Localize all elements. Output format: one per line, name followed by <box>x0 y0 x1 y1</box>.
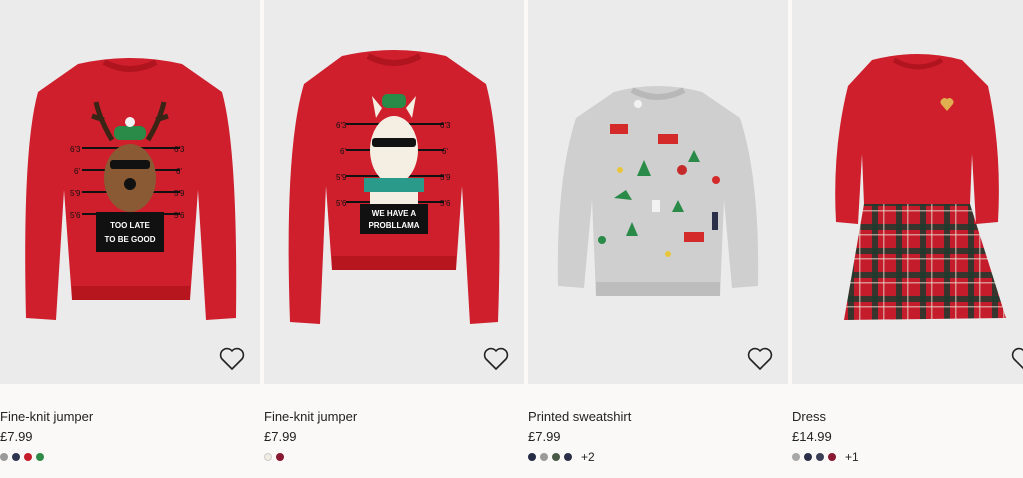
colour-swatch[interactable] <box>540 453 548 461</box>
svg-text:6': 6' <box>340 147 346 156</box>
product-grid: 6'3 6' 5'9 5'6 6'3 6' 5'9 5'6 TOO LATE T… <box>0 0 1023 478</box>
product-image[interactable] <box>792 0 1023 384</box>
product-name[interactable]: Dress <box>792 409 826 424</box>
svg-text:5'6: 5'6 <box>440 199 451 208</box>
favourite-heart-icon[interactable] <box>1011 347 1023 371</box>
colour-swatches: +2 <box>528 450 595 464</box>
colour-swatch[interactable] <box>804 453 812 461</box>
colour-swatch[interactable] <box>36 453 44 461</box>
product-name[interactable]: Fine-knit jumper <box>264 409 357 424</box>
colour-swatch[interactable] <box>12 453 20 461</box>
product-card[interactable]: 6'3 6' 5'9 5'6 6'3 6' 5'9 5'6 TOO LATE T… <box>0 0 260 478</box>
colour-swatch[interactable] <box>792 453 800 461</box>
svg-text:5'9: 5'9 <box>174 189 185 198</box>
colour-swatch[interactable] <box>816 453 824 461</box>
colour-swatches: +1 <box>792 450 859 464</box>
svg-text:5'6: 5'6 <box>70 211 81 220</box>
product-image[interactable] <box>528 0 788 384</box>
svg-text:5'9: 5'9 <box>70 189 81 198</box>
more-colours-count[interactable]: +1 <box>845 450 859 464</box>
product-price: £7.99 <box>0 429 33 444</box>
printed-sweatshirt-illustration <box>557 86 759 296</box>
svg-text:TO BE GOOD: TO BE GOOD <box>105 235 156 244</box>
svg-text:TOO LATE: TOO LATE <box>110 221 150 230</box>
colour-swatch[interactable] <box>828 453 836 461</box>
svg-text:5'6: 5'6 <box>174 211 185 220</box>
colour-swatches <box>0 451 44 463</box>
product-card[interactable]: Dress £14.99 +1 <box>792 0 1023 478</box>
favourite-heart-icon[interactable] <box>219 347 245 371</box>
product-card[interactable]: 6'3 6' 5'9 5'6 6'3 6' 5'9 5'6 WE HAVE A … <box>264 0 524 478</box>
product-name[interactable]: Fine-knit jumper <box>0 409 93 424</box>
svg-text:6': 6' <box>176 167 182 176</box>
svg-text:6': 6' <box>442 147 448 156</box>
tartan-dress-illustration <box>835 54 1006 320</box>
product-image[interactable]: 6'3 6' 5'9 5'6 6'3 6' 5'9 5'6 TOO LATE T… <box>0 0 260 384</box>
svg-text:6': 6' <box>74 167 80 176</box>
svg-text:6'3: 6'3 <box>440 121 451 130</box>
colour-swatch[interactable] <box>276 453 284 461</box>
llama-jumper-illustration: 6'3 6' 5'9 5'6 6'3 6' 5'9 5'6 WE HAVE A … <box>288 50 500 324</box>
product-price: £7.99 <box>264 429 297 444</box>
svg-text:6'3: 6'3 <box>174 145 185 154</box>
product-image[interactable]: 6'3 6' 5'9 5'6 6'3 6' 5'9 5'6 WE HAVE A … <box>264 0 524 384</box>
colour-swatch[interactable] <box>552 453 560 461</box>
svg-text:6'3: 6'3 <box>70 145 81 154</box>
colour-swatches <box>264 451 284 463</box>
svg-text:PROBLLAMA: PROBLLAMA <box>368 221 419 230</box>
favourite-heart-icon[interactable] <box>747 347 773 371</box>
svg-text:6'3: 6'3 <box>336 121 347 130</box>
svg-text:5'9: 5'9 <box>336 173 347 182</box>
reindeer-jumper-illustration: 6'3 6' 5'9 5'6 6'3 6' 5'9 5'6 TOO LATE T… <box>25 58 237 320</box>
svg-text:WE HAVE A: WE HAVE A <box>372 209 417 218</box>
product-card[interactable]: Printed sweatshirt £7.99 +2 <box>528 0 788 478</box>
svg-text:5'9: 5'9 <box>440 173 451 182</box>
colour-swatch[interactable] <box>528 453 536 461</box>
svg-text:5'6: 5'6 <box>336 199 347 208</box>
colour-swatch[interactable] <box>564 453 572 461</box>
favourite-heart-icon[interactable] <box>483 347 509 371</box>
colour-swatch[interactable] <box>0 453 8 461</box>
product-name[interactable]: Printed sweatshirt <box>528 409 631 424</box>
product-price: £7.99 <box>528 429 561 444</box>
colour-swatch[interactable] <box>264 453 272 461</box>
product-price: £14.99 <box>792 429 832 444</box>
colour-swatch[interactable] <box>24 453 32 461</box>
more-colours-count[interactable]: +2 <box>581 450 595 464</box>
